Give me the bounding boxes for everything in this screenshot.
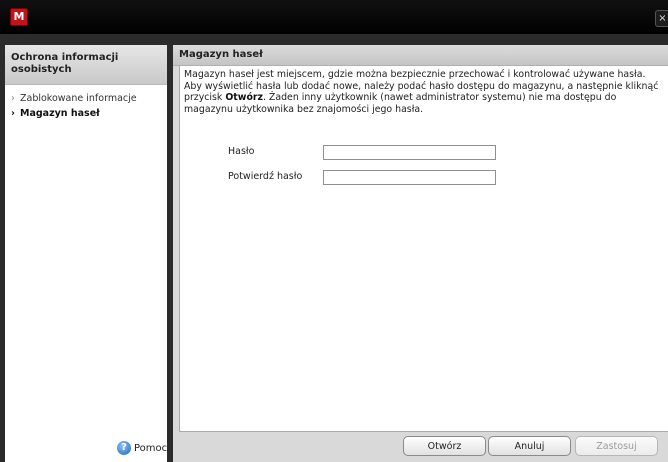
apply-button[interactable]: Zastosuj xyxy=(575,436,658,456)
main-panel: Magazyn haseł Magazyn haseł jest miejsce… xyxy=(173,45,668,462)
confirm-password-label: Potwierdź hasło xyxy=(228,171,303,182)
chevron-right-icon: › xyxy=(11,108,15,119)
page-title: Magazyn haseł xyxy=(179,49,263,60)
content-area: Magazyn haseł jest miejscem, gdzie można… xyxy=(179,66,668,432)
sidebar-item-zablokowane-informacje[interactable]: › Zablokowane informacje xyxy=(11,92,137,106)
description-text: Magazyn haseł jest miejscem, gdzie można… xyxy=(184,69,659,115)
confirm-password-input[interactable] xyxy=(323,170,496,185)
cancel-button[interactable]: Anuluj xyxy=(488,436,571,456)
password-label: Hasło xyxy=(228,146,255,157)
password-input[interactable] xyxy=(323,145,496,160)
window-titlebar: M × xyxy=(0,0,668,34)
sidebar-item-magazyn-hasel[interactable]: › Magazyn haseł xyxy=(11,107,100,121)
chevron-right-icon: › xyxy=(11,93,15,104)
main-header: Magazyn haseł xyxy=(173,45,668,66)
app-logo-icon: M xyxy=(10,8,28,26)
help-icon: ? xyxy=(117,441,131,455)
open-button[interactable]: Otwórz xyxy=(403,436,486,456)
sidebar-header: Ochrona informacji osobistych xyxy=(5,45,167,85)
sidebar-item-label: Magazyn haseł xyxy=(20,108,100,119)
sidebar-title: Ochrona informacji osobistych xyxy=(11,52,119,75)
description-bold: Otwórz xyxy=(225,92,263,103)
sidebar: Ochrona informacji osobistych › Zablokowa… xyxy=(5,45,167,462)
help-label: Pomoc xyxy=(134,443,168,454)
close-button[interactable]: × xyxy=(655,10,668,27)
sidebar-item-label: Zablokowane informacje xyxy=(20,93,137,104)
help-link[interactable]: ? Pomoc xyxy=(117,441,167,457)
